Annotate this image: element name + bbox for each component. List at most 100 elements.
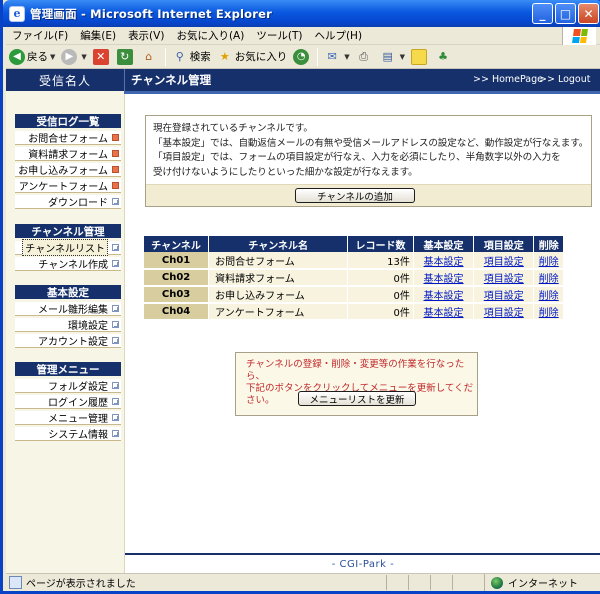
edit-button[interactable]: ▤ ▼ xyxy=(377,46,408,68)
section-title: 基本設定 xyxy=(15,285,121,299)
sidebar-item-inquiry[interactable]: お問合せフォーム xyxy=(15,131,121,145)
red-marker-icon xyxy=(112,166,119,173)
homepage-link[interactable]: >> HomePage xyxy=(473,74,543,85)
basic-settings-link[interactable]: 基本設定 xyxy=(424,291,464,302)
box-marker-icon xyxy=(112,321,119,328)
close-button[interactable]: ✕ xyxy=(578,3,599,24)
home-button[interactable]: ⌂ xyxy=(138,46,162,68)
item-settings-link[interactable]: 項目設定 xyxy=(484,257,524,268)
sidebar-item-label: 資料請求フォーム xyxy=(28,150,108,161)
record-count: 13件 xyxy=(347,252,414,270)
add-channel-button[interactable]: チャンネルの追加 xyxy=(295,188,415,203)
star-icon: ★ xyxy=(219,50,230,63)
menu-edit[interactable]: 編集(E) xyxy=(74,27,122,45)
menu-favorites[interactable]: お気に入り(A) xyxy=(170,27,250,45)
globe-icon xyxy=(491,576,503,589)
sidebar-item-label: アカウント設定 xyxy=(38,337,108,348)
item-settings-link[interactable]: 項目設定 xyxy=(484,291,524,302)
sidebar-item-menu-management[interactable]: メニュー管理 xyxy=(15,411,121,425)
search-button[interactable]: ⚲ 検索 xyxy=(169,46,214,68)
mail-icon: ✉ xyxy=(327,50,337,63)
mail-button[interactable]: ✉ ▼ xyxy=(321,46,352,68)
ie-icon: e xyxy=(9,5,25,22)
info-line: 現在登録されているチャンネルです。 xyxy=(153,123,313,134)
sidebar-item-label: メール雛形編集 xyxy=(38,305,108,316)
sidebar-item-label: チャンネル作成 xyxy=(38,260,108,271)
page-title: チャンネル管理 xyxy=(131,73,212,87)
section-title: 管理メニュー xyxy=(15,362,121,376)
table-row: Ch03 お申し込みフォーム 0件 基本設定 項目設定 削除 xyxy=(144,286,564,304)
delete-link[interactable]: 削除 xyxy=(539,274,559,285)
section-title: 受信ログ一覧 xyxy=(15,114,121,128)
section-channel-management: チャンネル管理 チャンネルリスト チャンネル作成 xyxy=(6,224,124,273)
favorites-button[interactable]: ★ お気に入り xyxy=(214,46,291,68)
toolbar-separator xyxy=(164,47,166,66)
history-button[interactable]: ◔ xyxy=(290,46,314,68)
status-divider xyxy=(386,575,387,590)
update-menu-list-button[interactable]: メニューリストを更新 xyxy=(298,391,416,406)
sidebar-item-label: ログイン履歴 xyxy=(48,398,108,409)
status-divider xyxy=(408,575,409,590)
sidebar-item-document-request[interactable]: 資料請求フォーム xyxy=(15,147,121,161)
table-row: Ch04 アンケートフォーム 0件 基本設定 項目設定 削除 xyxy=(144,303,564,321)
sidebar-item-label: フォルダ設定 xyxy=(48,382,108,393)
refresh-button[interactable]: ↻ xyxy=(114,46,138,68)
sidebar-item-login-history[interactable]: ログイン履歴 xyxy=(15,395,121,409)
browser-window: e 管理画面 - Microsoft Internet Explorer _ □… xyxy=(0,0,600,594)
favorites-label: お気に入り xyxy=(234,51,288,63)
back-button[interactable]: ◀ 戻る ▼ xyxy=(6,46,58,68)
maximize-button[interactable]: □ xyxy=(555,3,576,24)
basic-settings-link[interactable]: 基本設定 xyxy=(424,257,464,268)
site-name: 受信名人 xyxy=(6,69,124,91)
status-divider xyxy=(430,575,431,590)
back-arrow-icon: ◀ xyxy=(9,48,25,65)
sidebar-item-channel-list[interactable]: チャンネルリスト xyxy=(15,239,121,256)
item-settings-link[interactable]: 項目設定 xyxy=(484,274,524,285)
sidebar-item-survey[interactable]: アンケートフォーム xyxy=(15,179,121,193)
channel-id: Ch01 xyxy=(144,252,210,270)
info-box: 現在登録されているチャンネルです。 「基本設定」では、自動返信メールの有無や受信… xyxy=(145,115,592,207)
printer-icon: ⎙ xyxy=(359,49,369,63)
menu-help[interactable]: ヘルプ(H) xyxy=(308,27,368,45)
status-divider xyxy=(452,575,453,590)
forward-button[interactable]: ▶ ▼ xyxy=(58,46,89,68)
item-settings-link[interactable]: 項目設定 xyxy=(484,308,524,319)
notice-line: チャンネルの登録・削除・変更等の作業を行なったら、 xyxy=(246,359,465,382)
info-line: 受け付けないようにしたりといった細かな設定が行なえます。 xyxy=(153,166,418,178)
discuss-button[interactable] xyxy=(408,46,432,68)
delete-link[interactable]: 削除 xyxy=(539,257,559,268)
security-zone: インターネット xyxy=(484,574,600,591)
table-row: Ch01 お問合せフォーム 13件 基本設定 項目設定 削除 xyxy=(144,252,564,270)
sidebar-item-label: お申し込みフォーム xyxy=(18,166,108,177)
sidebar-item-channel-create[interactable]: チャンネル作成 xyxy=(15,257,121,271)
sidebar-item-application[interactable]: お申し込みフォーム xyxy=(15,163,121,177)
print-button[interactable]: ⎙ xyxy=(353,46,377,68)
page-header: チャンネル管理 >> HomePage >> Logout xyxy=(124,69,600,91)
sidebar-item-environment[interactable]: 環境設定 xyxy=(15,318,121,332)
sidebar-item-system-info[interactable]: システム情報 xyxy=(15,427,121,441)
box-marker-icon xyxy=(112,382,119,389)
logout-link[interactable]: >> Logout xyxy=(539,74,590,85)
box-marker-icon xyxy=(112,398,119,405)
minimize-button[interactable]: _ xyxy=(532,3,553,24)
window-title: 管理画面 - Microsoft Internet Explorer xyxy=(30,6,273,21)
sidebar-item-mail-template[interactable]: メール雛形編集 xyxy=(15,302,121,316)
sidebar-item-folder-settings[interactable]: フォルダ設定 xyxy=(15,379,121,393)
stop-button[interactable]: ✕ xyxy=(90,46,114,68)
footer: - CGI-Park - xyxy=(125,553,600,573)
menu-view[interactable]: 表示(V) xyxy=(122,27,170,45)
sidebar-item-download[interactable]: ダウンロード xyxy=(15,195,121,209)
delete-link[interactable]: 削除 xyxy=(539,308,559,319)
basic-settings-link[interactable]: 基本設定 xyxy=(424,308,464,319)
menu-file[interactable]: ファイル(F) xyxy=(6,27,74,45)
info-line: 「基本設定」では、自動返信メールの有無や受信メールアドレスの設定など、動作設定が… xyxy=(153,137,589,149)
sidebar-divider xyxy=(6,91,124,94)
basic-settings-link[interactable]: 基本設定 xyxy=(424,274,464,285)
menu-tools[interactable]: ツール(T) xyxy=(250,27,308,45)
messenger-button[interactable]: ♣ xyxy=(432,46,456,68)
stop-icon: ✕ xyxy=(92,48,109,65)
title-bar[interactable]: e 管理画面 - Microsoft Internet Explorer _ □… xyxy=(3,0,600,27)
col-delete: 削除 xyxy=(533,236,564,252)
delete-link[interactable]: 削除 xyxy=(539,291,559,302)
sidebar-item-account[interactable]: アカウント設定 xyxy=(15,334,121,348)
